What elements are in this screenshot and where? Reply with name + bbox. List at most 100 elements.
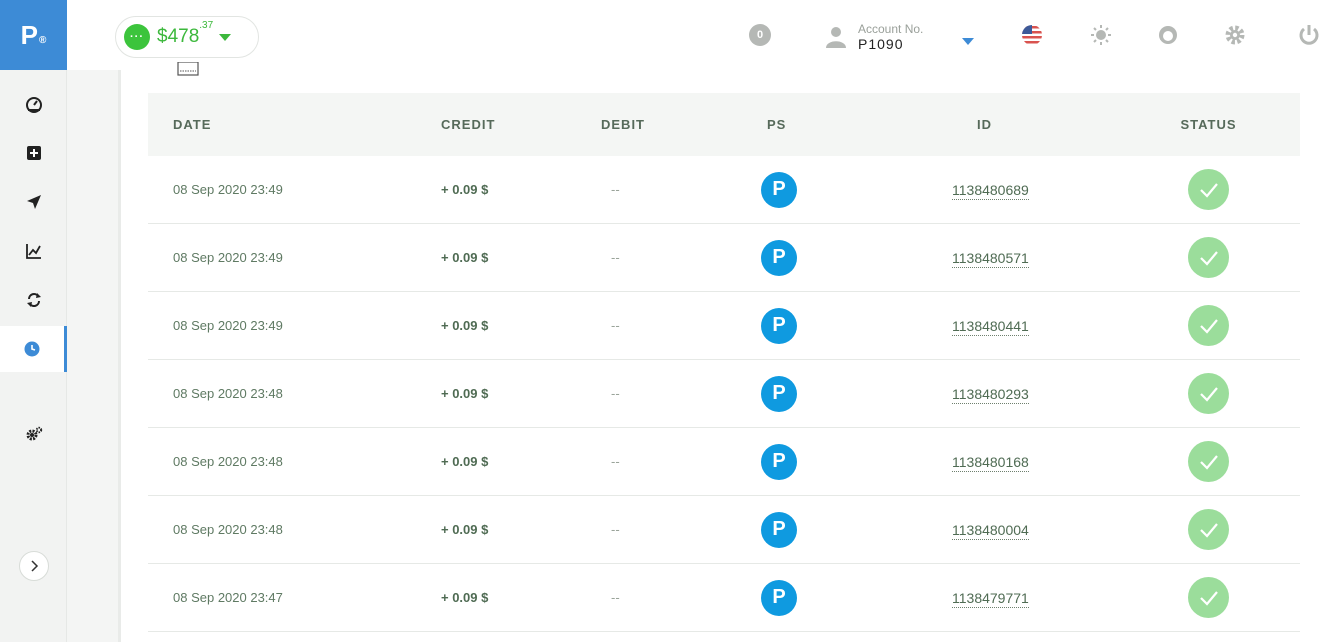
- transaction-id-link[interactable]: 1138480571: [952, 249, 1029, 268]
- clock-icon: [24, 341, 40, 357]
- row-debit: --: [611, 250, 620, 265]
- sidebar-item-statistics[interactable]: [0, 228, 67, 274]
- status-success-icon: [1188, 577, 1229, 618]
- column-header-id[interactable]: ID: [907, 117, 1117, 132]
- row-debit: --: [611, 182, 620, 197]
- row-credit: + 0.09 $: [441, 590, 489, 605]
- status-success-icon: [1188, 509, 1229, 550]
- table-row: 08 Sep 2020 23:49 + 0.09 $ -- P 11384806…: [148, 156, 1300, 224]
- sidebar-item-settings[interactable]: [0, 411, 67, 457]
- row-credit: + 0.09 $: [441, 250, 489, 265]
- row-date: 08 Sep 2020 23:49: [173, 318, 283, 333]
- transaction-id-link[interactable]: 1138480689: [952, 181, 1029, 200]
- sidebar-item-exchange[interactable]: [0, 277, 67, 323]
- account-label: Account No.: [858, 22, 924, 36]
- power-icon: [1299, 25, 1319, 45]
- payment-system-icon: P: [761, 239, 797, 276]
- column-header-credit[interactable]: CREDIT: [441, 117, 601, 132]
- sun-icon: [1091, 25, 1111, 45]
- transaction-id-link[interactable]: 1138480293: [952, 385, 1029, 404]
- column-header-status[interactable]: STATUS: [1117, 117, 1300, 132]
- status-success-icon: [1188, 237, 1229, 278]
- sidebar-item-dashboard[interactable]: [0, 81, 67, 127]
- row-credit: + 0.09 $: [441, 182, 489, 197]
- row-credit: + 0.09 $: [441, 454, 489, 469]
- plus-square-icon: [26, 146, 41, 160]
- balance-main: $478: [157, 26, 200, 47]
- status-success-icon: [1188, 169, 1229, 210]
- table-row: 08 Sep 2020 23:48 + 0.09 $ -- P 11384802…: [148, 360, 1300, 428]
- row-date: 08 Sep 2020 23:48: [173, 386, 283, 401]
- sidebar-item-send[interactable]: [0, 179, 67, 225]
- speedometer-icon: [25, 97, 42, 113]
- table-row: 08 Sep 2020 23:47 + 0.09 $ -- P 11384797…: [148, 564, 1300, 632]
- balance-dots: ···: [130, 31, 144, 43]
- refresh-icon: [26, 293, 41, 307]
- logout-button[interactable]: [1298, 24, 1320, 46]
- main-content: DATE CREDIT DEBIT PS ID STATUS 08 Sep 20…: [118, 62, 1325, 642]
- table-row: 08 Sep 2020 23:49 + 0.09 $ -- P 11384804…: [148, 292, 1300, 360]
- row-debit: --: [611, 454, 620, 469]
- logo-mark: ®: [38, 34, 47, 46]
- status-success-icon: [1188, 441, 1229, 482]
- status-success-icon: [1188, 305, 1229, 346]
- transaction-id-link[interactable]: 1138479771: [952, 589, 1029, 608]
- balance-menu-icon: ···: [124, 24, 150, 50]
- row-debit: --: [611, 522, 620, 537]
- user-icon: [826, 27, 846, 48]
- payment-system-icon: P: [761, 579, 797, 616]
- row-credit: + 0.09 $: [441, 386, 489, 401]
- logo[interactable]: P ®: [0, 0, 67, 70]
- payment-system-icon: P: [761, 511, 797, 548]
- row-date: 08 Sep 2020 23:49: [173, 250, 283, 265]
- column-header-debit[interactable]: DEBIT: [601, 117, 761, 132]
- column-header-date[interactable]: DATE: [148, 117, 441, 132]
- chevron-right-icon: [31, 560, 39, 572]
- balance-dropdown[interactable]: ··· $478.37: [115, 16, 259, 58]
- row-credit: + 0.09 $: [441, 522, 489, 537]
- table-header: DATE CREDIT DEBIT PS ID STATUS: [148, 93, 1300, 156]
- caret-down-icon: [219, 33, 232, 41]
- settings-button[interactable]: [1224, 24, 1246, 46]
- transaction-id-link[interactable]: 1138480004: [952, 521, 1029, 540]
- balance-cents: .37: [199, 20, 214, 31]
- notifications-button[interactable]: 0: [749, 24, 771, 46]
- payment-system-icon: P: [761, 171, 797, 208]
- status-success-icon: [1188, 373, 1229, 414]
- gear-icon: [1225, 25, 1245, 45]
- gears-icon: [26, 426, 42, 441]
- sidebar-item-history[interactable]: [0, 326, 67, 372]
- language-button[interactable]: [1021, 24, 1043, 46]
- row-date: 08 Sep 2020 23:48: [173, 454, 283, 469]
- transaction-id-link[interactable]: 1138480441: [952, 317, 1029, 336]
- row-date: 08 Sep 2020 23:48: [173, 522, 283, 537]
- transactions-table: DATE CREDIT DEBIT PS ID STATUS 08 Sep 20…: [148, 93, 1300, 632]
- account-dropdown[interactable]: Account No. P1090: [824, 18, 984, 54]
- calendar-icon[interactable]: [177, 62, 199, 76]
- sidebar-item-add-funds[interactable]: [0, 130, 67, 176]
- headset-icon: [1159, 26, 1177, 44]
- table-row: 08 Sep 2020 23:48 + 0.09 $ -- P 11384801…: [148, 428, 1300, 496]
- payment-system-icon: P: [761, 307, 797, 344]
- row-date: 08 Sep 2020 23:47: [173, 590, 283, 605]
- sidebar-expand-button[interactable]: [19, 551, 49, 581]
- row-debit: --: [611, 590, 620, 605]
- account-number: P1090: [858, 36, 904, 52]
- us-flag-icon: [1022, 25, 1042, 45]
- support-button[interactable]: [1157, 24, 1179, 46]
- balance-amount: $478.37: [157, 20, 213, 48]
- table-row: 08 Sep 2020 23:48 + 0.09 $ -- P 11384800…: [148, 496, 1300, 564]
- sidebar: P ®: [0, 0, 67, 642]
- row-debit: --: [611, 386, 620, 401]
- column-header-ps[interactable]: PS: [761, 117, 907, 132]
- logo-letter: P: [20, 19, 38, 50]
- notification-count: 0: [749, 24, 771, 46]
- row-credit: + 0.09 $: [441, 318, 489, 333]
- row-debit: --: [611, 318, 620, 333]
- transaction-id-link[interactable]: 1138480168: [952, 453, 1029, 472]
- payment-system-icon: P: [761, 375, 797, 412]
- table-row: 08 Sep 2020 23:49 + 0.09 $ -- P 11384805…: [148, 224, 1300, 292]
- theme-toggle-button[interactable]: [1090, 24, 1112, 46]
- chart-line-icon: [25, 244, 41, 259]
- caret-down-icon: [962, 38, 974, 45]
